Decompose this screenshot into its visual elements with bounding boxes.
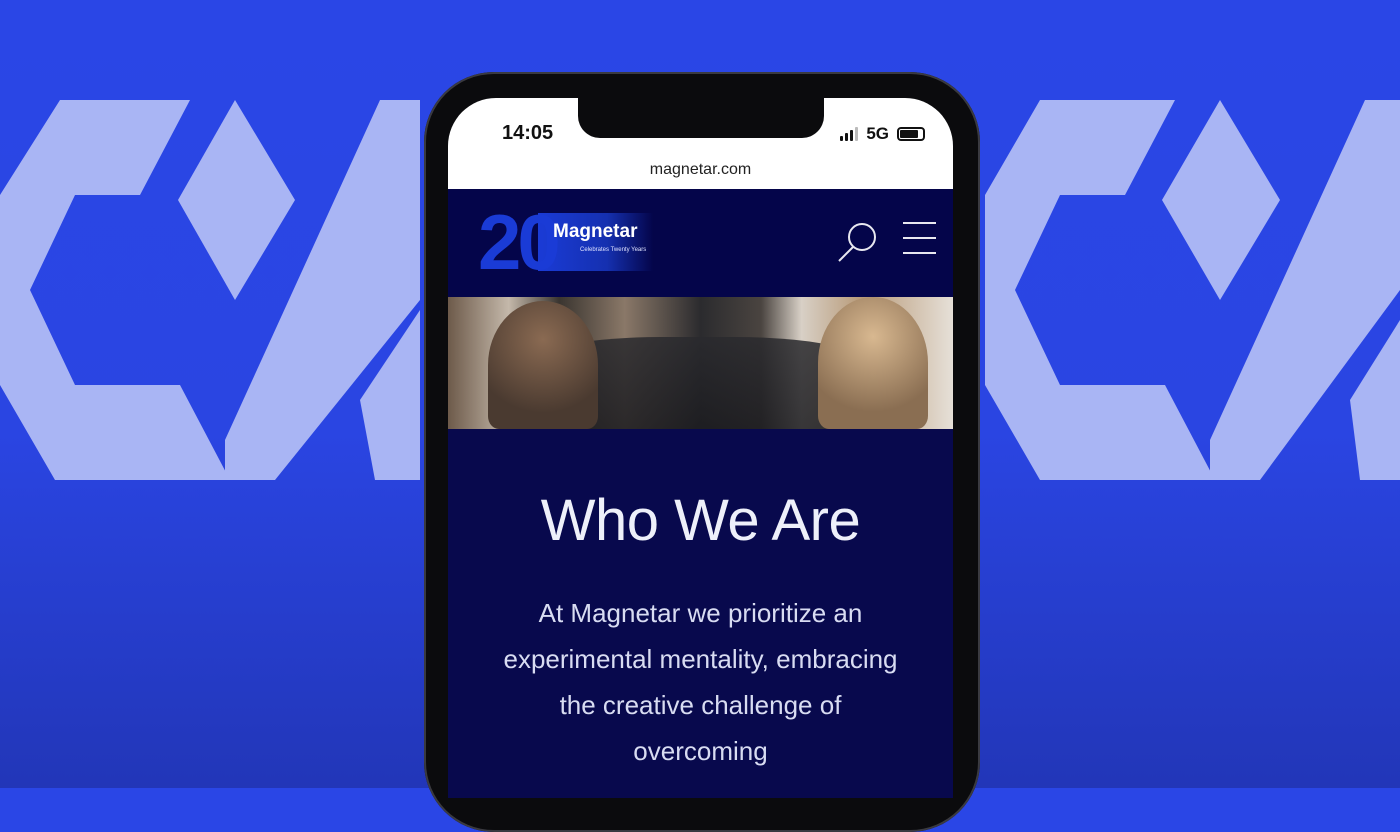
signal-icon	[840, 127, 859, 141]
section-intro-text: At Magnetar we prioritize an experimenta…	[503, 598, 898, 766]
who-we-are-section: Who We Are At Magnetar we prioritize an …	[448, 429, 953, 798]
status-indicators: 5G	[840, 124, 925, 144]
hero-meeting-photo	[448, 297, 953, 429]
hamburger-menu-icon[interactable]	[903, 222, 936, 267]
status-time: 14:05	[502, 122, 554, 144]
phone-screen: 14:05 5G magnetar.com 20 Magnetar Celebr…	[448, 98, 953, 798]
section-heading: Who We Are	[540, 488, 861, 553]
site-header: 20 Magnetar Celebrates Twenty Years	[448, 189, 953, 297]
logo-tagline: Celebrates Twenty Years	[580, 247, 647, 253]
search-icon[interactable]	[835, 221, 879, 265]
network-label: 5G	[866, 124, 889, 143]
address-bar-url[interactable]: magnetar.com	[448, 161, 953, 179]
phone-notch	[578, 98, 824, 138]
battery-icon	[897, 127, 925, 141]
site-logo[interactable]: 20 Magnetar Celebrates Twenty Years	[478, 198, 653, 286]
logo-number: 20	[478, 198, 561, 286]
logo-name: Magnetar	[553, 221, 638, 242]
